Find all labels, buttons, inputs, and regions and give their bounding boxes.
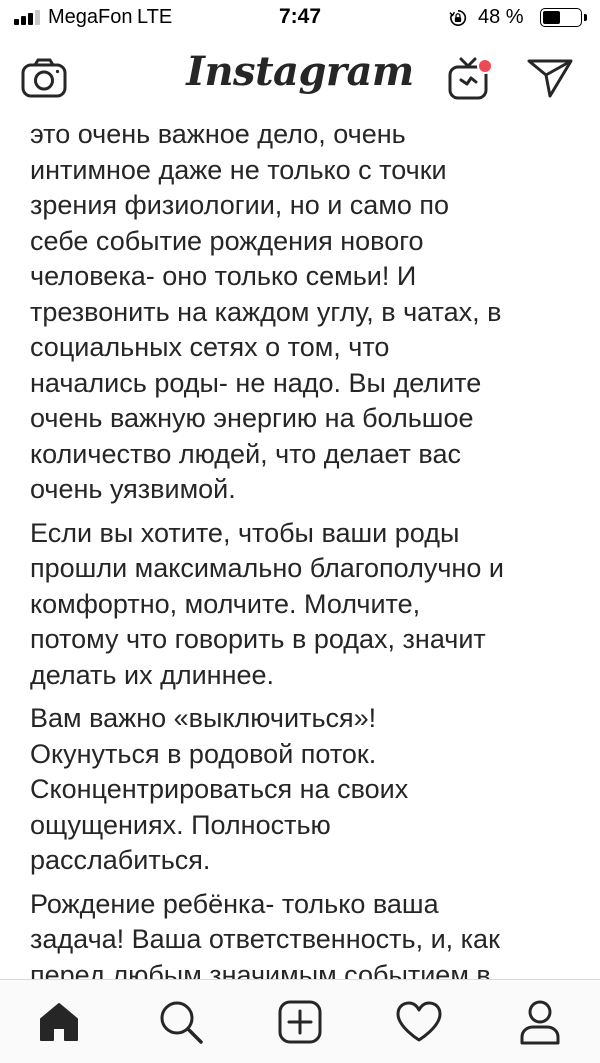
- post-caption: это очень важное дело, очень интимное да…: [30, 117, 586, 979]
- top-nav-bar: Instagram: [0, 40, 600, 116]
- rotation-lock-icon: [449, 9, 467, 26]
- battery-icon: [540, 8, 590, 29]
- app-logo: Instagram: [186, 48, 414, 95]
- caption-paragraph: Вам важно «выключиться»! Окунуться в род…: [30, 703, 409, 875]
- battery-percentage: 48 %: [478, 6, 524, 28]
- caption-paragraph: Рождение ребёнка- только ваша задача! Ва…: [30, 888, 500, 980]
- search-icon: [160, 1001, 203, 1044]
- heart-icon: [396, 1001, 442, 1042]
- caption-paragraph: это очень важное дело, очень интимное да…: [30, 119, 502, 504]
- home-icon: [40, 1003, 78, 1041]
- tab-activity[interactable]: [389, 996, 449, 1048]
- caption-paragraph: Если вы хотите, чтобы ваши роды прошли м…: [30, 517, 504, 690]
- profile-icon: [520, 1000, 560, 1045]
- tab-search[interactable]: [151, 996, 211, 1048]
- tab-new-post[interactable]: [270, 996, 330, 1048]
- bottom-tab-bar: [0, 979, 600, 1063]
- status-bar: MegaFon LTE 7:47 48 %: [0, 0, 600, 40]
- tab-profile[interactable]: [510, 996, 570, 1048]
- direct-send-icon[interactable]: [525, 56, 575, 100]
- igtv-icon[interactable]: [446, 54, 496, 102]
- tab-home[interactable]: [29, 996, 89, 1048]
- notification-dot: [477, 58, 493, 74]
- plus-square-icon: [278, 1000, 322, 1044]
